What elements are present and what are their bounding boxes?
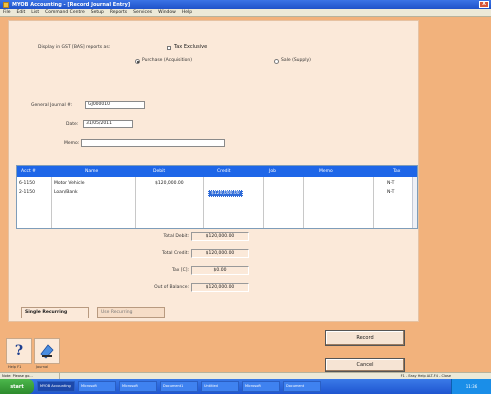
menu-edit[interactable]: Edit [17, 10, 26, 15]
close-button[interactable]: X [479, 1, 489, 8]
journal-number-field[interactable]: GJ000010 [85, 101, 145, 109]
cell-tax[interactable]: N-T [387, 181, 394, 186]
out-of-balance-value: $120,000.00 [191, 283, 249, 292]
tax-value: $0.00 [191, 266, 249, 275]
total-credit-label: Total Credit: [162, 251, 189, 256]
taskbar-item[interactable]: Untitled [201, 381, 239, 392]
col-debit[interactable]: Debit [153, 169, 165, 174]
menu-help[interactable]: Help [182, 10, 192, 15]
date-field[interactable]: 31/05/2011 [83, 120, 133, 128]
purchase-radio[interactable] [135, 59, 140, 64]
tax-exclusive-checkbox[interactable] [167, 46, 171, 50]
question-icon: ? [14, 343, 24, 359]
col-name[interactable]: Name [85, 169, 98, 174]
memo-label: Memo: [64, 141, 80, 146]
menu-reports[interactable]: Reports [110, 10, 127, 15]
col-acct[interactable]: Acct # [21, 169, 36, 174]
journal-number-label: General Journal #: [31, 103, 73, 108]
taskbar-item[interactable]: Document [283, 381, 321, 392]
tax-exclusive-label: Tax Exclusive [174, 44, 208, 50]
tab-use-recurring[interactable]: Use Recurring [97, 307, 165, 318]
record-button[interactable]: Record [325, 330, 405, 346]
journal-lines-table: Acct # Name Debit Credit Job Memo Tax 6-… [16, 165, 418, 229]
taskbar-item[interactable]: Microsoft [78, 381, 116, 392]
cell-credit-editing[interactable]: $120,000.00 [208, 190, 243, 197]
help-button[interactable]: ? [6, 338, 32, 364]
table-row[interactable]: 6-1150 Motor Vehicle $120,000.00 N-T [17, 180, 413, 189]
tab-single-recurring[interactable]: Single Recurring [21, 307, 89, 318]
menu-bar: File Edit List Command Centre Setup Repo… [0, 9, 491, 17]
system-tray-clock: 11:36 [451, 379, 491, 394]
table-row[interactable]: 2-1150 Loan/Bank $120,000.00 N-T [17, 189, 413, 198]
table-scrollbar[interactable] [412, 177, 417, 228]
memo-field[interactable] [81, 139, 225, 147]
menu-services[interactable]: Services [133, 10, 152, 15]
col-memo[interactable]: Memo [319, 169, 333, 174]
journal-caption: Journal [36, 365, 49, 369]
status-bar: Note: Please go... F1 - Easy Help ALT-F4… [0, 372, 491, 379]
taskbar: start MYOB Accounting Microsoft Microsof… [0, 379, 491, 394]
menu-setup[interactable]: Setup [91, 10, 104, 15]
taskbar-item[interactable]: Document1 [160, 381, 198, 392]
start-button[interactable]: start [0, 379, 34, 394]
purchase-label: Purchase (Acquisition) [142, 58, 193, 63]
cell-acct[interactable]: 6-1150 [19, 181, 35, 186]
help-caption: Help F1 [8, 365, 22, 369]
window-title-bar: MYOB Accounting - [Record Journal Entry]… [0, 0, 491, 9]
total-debit-label: Total Debit: [163, 234, 189, 239]
taskbar-item[interactable]: Microsoft [242, 381, 280, 392]
tax-label: Tax [C]: [171, 268, 189, 273]
date-label: Date: [66, 122, 79, 127]
menu-command-centre[interactable]: Command Centre [45, 10, 85, 15]
table-header: Acct # Name Debit Credit Job Memo Tax [17, 166, 417, 177]
col-credit[interactable]: Credit [217, 169, 231, 174]
cell-name[interactable]: Loan/Bank [54, 190, 78, 195]
col-job[interactable]: Job [269, 169, 276, 174]
journal-button[interactable] [34, 338, 60, 364]
sale-label: Sale (Supply) [281, 58, 311, 63]
status-right: F1 - Easy Help ALT-F4 - Close [400, 374, 451, 378]
sale-radio[interactable] [274, 59, 279, 64]
cell-debit[interactable]: $120,000.00 [155, 181, 184, 186]
taskbar-item[interactable]: MYOB Accounting [37, 381, 75, 392]
cell-tax[interactable]: N-T [387, 190, 394, 195]
cell-acct[interactable]: 2-1150 [19, 190, 35, 195]
cancel-button[interactable]: Cancel [325, 358, 405, 372]
total-credit-value: $120,000.00 [191, 249, 249, 258]
taskbar-item[interactable]: Microsoft [119, 381, 157, 392]
journal-icon [40, 344, 54, 359]
col-tax[interactable]: Tax [393, 169, 400, 174]
app-icon [3, 1, 9, 8]
cell-name[interactable]: Motor Vehicle [54, 181, 85, 186]
menu-list[interactable]: List [31, 10, 39, 15]
out-of-balance-label: Out of Balance: [154, 285, 189, 290]
display-option-label: Display in GST [BAS] reports as: [38, 45, 111, 50]
menu-window[interactable]: Window [158, 10, 176, 15]
menu-file[interactable]: File [3, 10, 11, 15]
total-debit-value: $120,000.00 [191, 232, 249, 241]
window-title: MYOB Accounting - [Record Journal Entry] [12, 1, 131, 8]
